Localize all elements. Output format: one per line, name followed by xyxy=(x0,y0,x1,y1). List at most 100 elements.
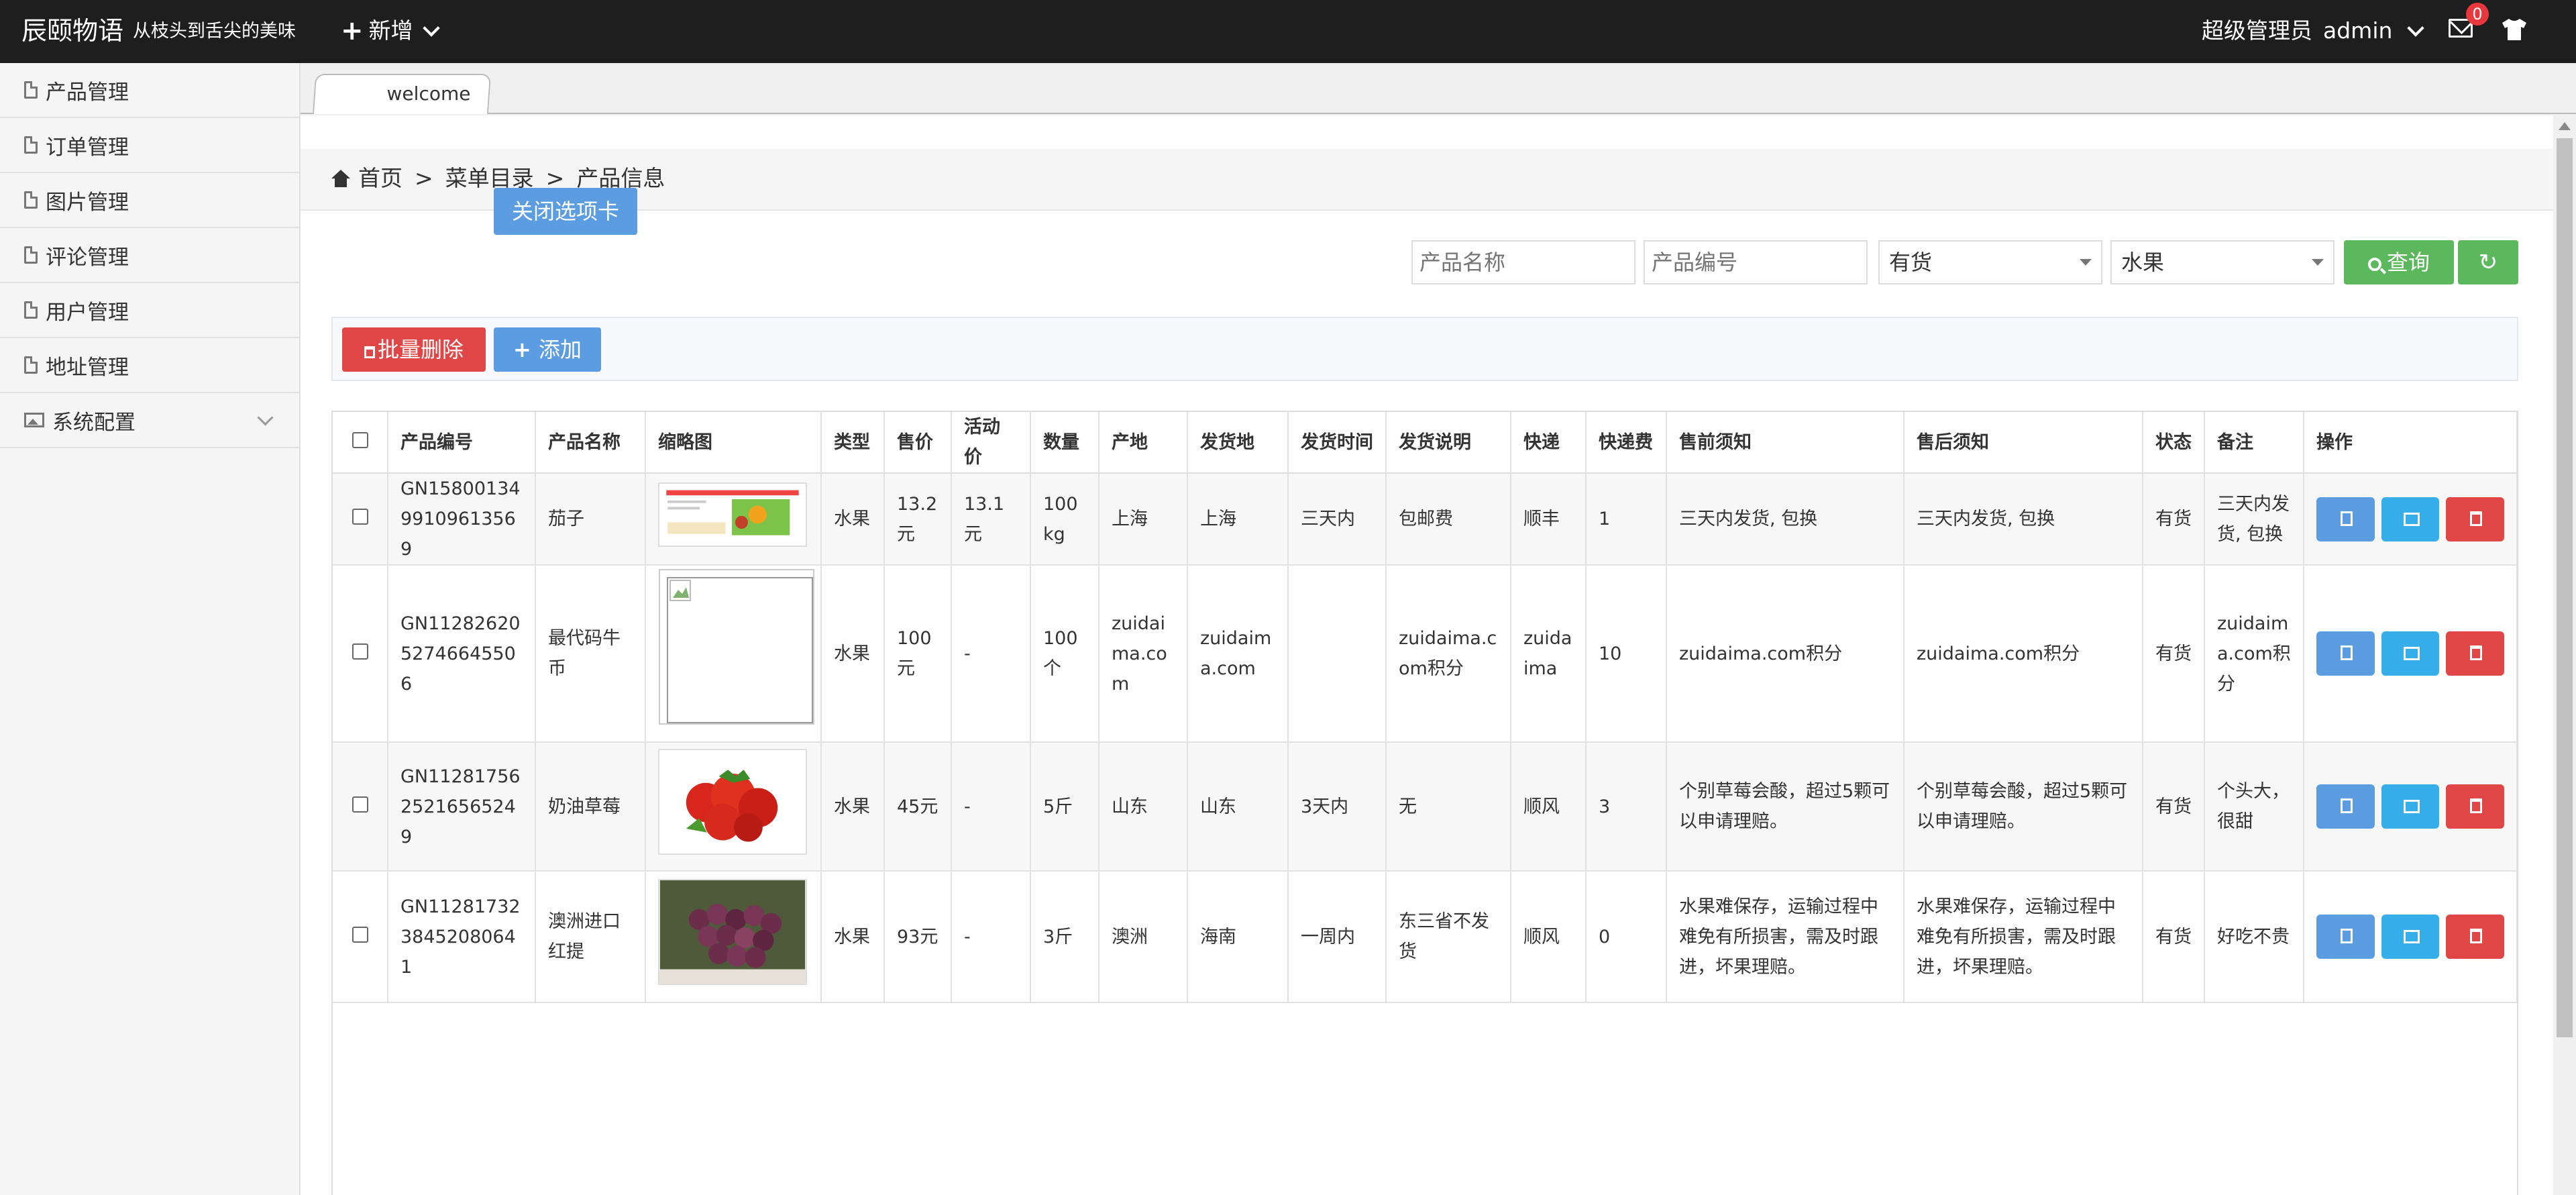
delete-button[interactable] xyxy=(2446,497,2505,541)
image-button[interactable] xyxy=(2381,784,2440,829)
cell-status: 有货 xyxy=(2143,871,2205,1002)
cell-express: 顺丰 xyxy=(1511,473,1587,565)
cell-price: 93元 xyxy=(884,871,952,1002)
cell-origin: 澳洲 xyxy=(1099,871,1188,1002)
product-code-input[interactable] xyxy=(1644,240,1868,284)
sidebar-item-label: 地址管理 xyxy=(46,355,129,380)
brand-logo[interactable]: 辰颐物语 xyxy=(21,13,123,48)
cell-ship-time xyxy=(1288,565,1387,742)
cell-remark: 好吃不贵 xyxy=(2204,871,2304,1002)
strawberry-thumbnail-image[interactable] xyxy=(658,749,807,855)
image-button[interactable] xyxy=(2381,915,2440,959)
cell-type: 水果 xyxy=(821,565,885,742)
grape-thumbnail-image[interactable] xyxy=(658,879,807,985)
tab-welcome-label[interactable]: welcome xyxy=(345,81,513,107)
cell-thumbnail xyxy=(645,871,822,1002)
cell-remark: zuidaima.com积分 xyxy=(2204,565,2304,742)
edit-icon xyxy=(2341,929,2353,943)
edit-button[interactable] xyxy=(2316,915,2375,959)
edit-button[interactable] xyxy=(2316,631,2375,676)
edit-icon xyxy=(2341,511,2353,526)
sidebar-item-comment[interactable]: 评论管理 xyxy=(0,228,299,283)
row-checkbox[interactable] xyxy=(333,473,388,565)
stock-status-value: 有货 xyxy=(1889,250,1933,275)
delete-button[interactable] xyxy=(2446,915,2505,959)
cell-ship-note: zuidaima.com积分 xyxy=(1386,565,1511,742)
cell-ship-note: 东三省不发货 xyxy=(1386,871,1511,1002)
tab-divider xyxy=(301,113,2576,114)
cell-ship-time: 三天内 xyxy=(1288,473,1387,565)
image-icon xyxy=(24,413,44,427)
product-name-input[interactable] xyxy=(1411,240,1635,284)
vertical-scrollbar[interactable] xyxy=(2553,115,2576,1195)
sidebar-item-system-config[interactable]: 系统配置 xyxy=(0,393,299,448)
add-new-label: 新增 xyxy=(368,17,413,44)
cell-status: 有货 xyxy=(2143,473,2205,565)
eggplant-thumbnail-image[interactable] xyxy=(658,482,807,547)
chevron-down-icon xyxy=(2407,19,2425,37)
image-icon xyxy=(2403,512,2420,526)
close-tab-button[interactable]: 关闭选项卡 xyxy=(494,188,637,235)
batch-delete-label: 批量删除 xyxy=(377,337,464,362)
edit-button[interactable] xyxy=(2316,497,2375,541)
cell-name: 最代码牛币 xyxy=(535,565,646,742)
cell-price: 100元 xyxy=(884,565,952,742)
cell-express-fee: 10 xyxy=(1586,565,1667,742)
sidebar-item-label: 产品管理 xyxy=(46,80,129,105)
breadcrumb-separator: > xyxy=(415,165,433,191)
tab-bar: welcome xyxy=(301,63,2576,115)
row-checkbox[interactable] xyxy=(333,742,388,871)
image-button[interactable] xyxy=(2381,497,2440,541)
cell-name: 澳洲进口红提 xyxy=(535,871,646,1002)
sidebar-item-address[interactable]: 地址管理 xyxy=(0,338,299,393)
sidebar-item-image[interactable]: 图片管理 xyxy=(0,173,299,228)
trash-icon xyxy=(2470,798,2483,813)
row-checkbox[interactable] xyxy=(333,871,388,1002)
cell-quantity: 5斤 xyxy=(1030,742,1099,871)
scrollbar-thumb[interactable] xyxy=(2557,138,2573,1037)
cell-express: zuidaima xyxy=(1511,565,1587,742)
add-new-menu[interactable]: + 新增 xyxy=(341,16,443,46)
sidebar-item-user[interactable]: 用户管理 xyxy=(0,283,299,338)
breadcrumb-home[interactable]: 首页 xyxy=(358,162,402,195)
edit-icon xyxy=(2341,645,2353,660)
refresh-button[interactable]: ↻ xyxy=(2458,240,2518,284)
image-icon xyxy=(2403,800,2420,813)
image-button[interactable] xyxy=(2381,631,2440,676)
cell-ship-note: 无 xyxy=(1386,742,1511,871)
cell-status: 有货 xyxy=(2143,742,2205,871)
delete-button[interactable] xyxy=(2446,784,2505,829)
user-menu[interactable]: 超级管理员 admin xyxy=(2202,16,2427,46)
column-header: 缩略图 xyxy=(645,412,822,474)
edit-button[interactable] xyxy=(2316,784,2375,829)
broken-image-placeholder[interactable] xyxy=(658,568,816,729)
select-all-checkbox[interactable] xyxy=(333,412,388,474)
sidebar-item-label: 用户管理 xyxy=(46,300,129,325)
table-row: GN1128173238452080641 澳洲进口红提 水果 93元 - 3斤… xyxy=(333,871,2518,1002)
table-row: GN1128175625216565249 奶油草莓 水果 45元 - 5斤 山… xyxy=(333,742,2518,871)
row-checkbox[interactable] xyxy=(333,565,388,742)
add-button[interactable]: + 添加 xyxy=(494,327,601,372)
delete-button[interactable] xyxy=(2446,631,2505,676)
cell-express: 顺风 xyxy=(1511,871,1587,1002)
cell-ship-from: 上海 xyxy=(1187,473,1289,565)
query-button[interactable]: 查询 xyxy=(2344,240,2454,284)
sidebar-item-product[interactable]: 产品管理 xyxy=(0,63,299,118)
column-header: 发货说明 xyxy=(1386,412,1511,474)
trash-icon xyxy=(364,346,375,358)
table-header-row: 产品编号 产品名称 缩略图 类型 售价 活动价 数量 产地 发货地 发货时间 发… xyxy=(333,412,2518,474)
column-header: 产地 xyxy=(1099,412,1188,474)
sidebar-item-order[interactable]: 订单管理 xyxy=(0,118,299,173)
plus-icon: + xyxy=(513,337,539,362)
stock-status-select[interactable]: 有货 xyxy=(1878,240,2102,284)
doc-icon xyxy=(24,81,38,99)
category-select[interactable]: 水果 xyxy=(2110,240,2334,284)
scroll-up-arrow-icon[interactable] xyxy=(2559,122,2571,130)
doc-icon xyxy=(24,136,38,154)
shirt-icon[interactable] xyxy=(2500,16,2529,43)
cell-ship-time: 3天内 xyxy=(1288,742,1387,871)
column-header: 快递 xyxy=(1511,412,1587,474)
cell-quantity: 3斤 xyxy=(1030,871,1099,1002)
trash-icon xyxy=(2470,511,2483,526)
batch-delete-button[interactable]: 批量删除 xyxy=(342,327,486,372)
